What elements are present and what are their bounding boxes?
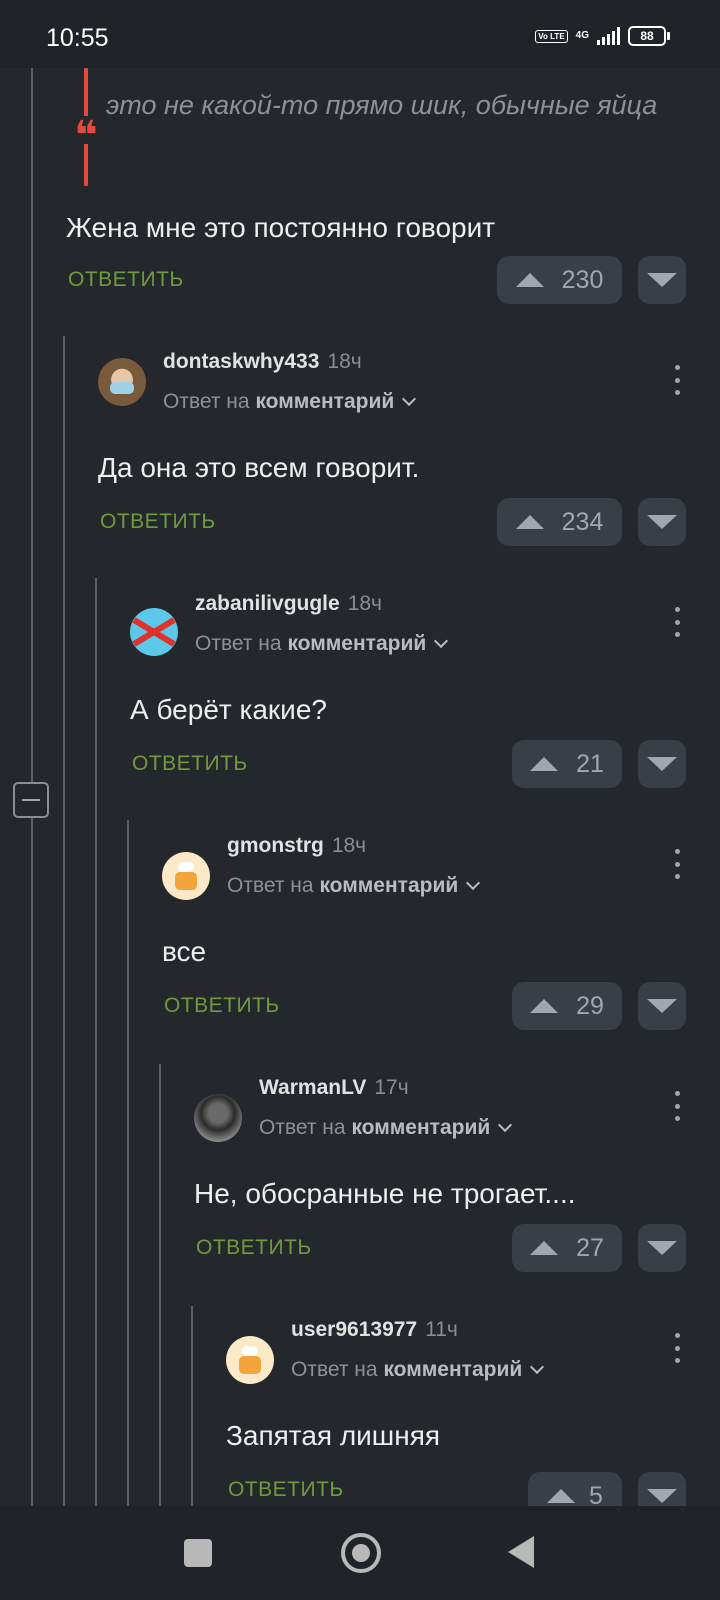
downvote-button[interactable] xyxy=(638,1472,686,1506)
upvote-button[interactable]: 27 xyxy=(512,1224,622,1272)
comment-time: 17ч xyxy=(374,1076,409,1099)
upvote-button[interactable]: 230 xyxy=(497,256,622,304)
avatar[interactable] xyxy=(162,852,210,900)
downvote-button[interactable] xyxy=(638,1224,686,1272)
username[interactable]: dontaskwhy433 18ч xyxy=(163,350,362,374)
arrow-down-icon xyxy=(647,515,677,529)
clock: 10:55 xyxy=(46,24,109,52)
more-options-icon[interactable] xyxy=(675,607,681,637)
vote-count: 21 xyxy=(576,749,604,778)
mask-icon xyxy=(110,382,134,394)
reply-to-link[interactable]: Ответ на комментарий xyxy=(227,874,481,898)
upvote-button[interactable]: 29 xyxy=(512,982,622,1030)
battery-level: 88 xyxy=(640,29,654,43)
upvote-button[interactable]: 21 xyxy=(512,740,622,788)
chevron-down-icon xyxy=(402,391,417,407)
quote-icon: ❝ xyxy=(72,116,100,156)
username[interactable]: user9613977 11ч xyxy=(291,1318,458,1342)
arrow-up-icon xyxy=(547,1489,576,1503)
more-options-icon[interactable] xyxy=(675,365,681,395)
collapse-thread-button[interactable] xyxy=(13,782,49,818)
volte-icon: Vo LTE xyxy=(535,29,568,43)
comment-time: 18ч xyxy=(327,350,362,373)
comment-text: Да она это всем говорит. xyxy=(98,452,420,483)
chef-icon xyxy=(239,1356,261,1374)
crossed-flag-icon xyxy=(132,617,176,647)
comment-text: все xyxy=(162,936,207,967)
reply-to-link[interactable]: Ответ на комментарий xyxy=(291,1358,545,1382)
system-icons: Vo LTE 4G 88 xyxy=(535,26,670,46)
chevron-down-icon xyxy=(498,1117,513,1133)
arrow-down-icon xyxy=(647,999,677,1013)
vote-count: 230 xyxy=(561,265,604,294)
downvote-button[interactable] xyxy=(638,982,686,1030)
thread-line xyxy=(95,578,97,1506)
thread-line xyxy=(127,820,129,1506)
arrow-up-icon xyxy=(530,999,559,1013)
navigation-bar xyxy=(0,1506,720,1600)
comment-thread[interactable]: ❝ это не какой-то прямо шик, обычные яйц… xyxy=(0,68,720,1506)
arrow-up-icon xyxy=(530,757,559,771)
comment-time: 11ч xyxy=(425,1318,458,1341)
arrow-up-icon xyxy=(530,1241,559,1255)
downvote-button[interactable] xyxy=(638,740,686,788)
username[interactable]: gmonstrg 18ч xyxy=(227,834,366,858)
comment-time: 18ч xyxy=(347,592,383,615)
more-options-icon[interactable] xyxy=(675,849,681,879)
upvote-button[interactable]: 234 xyxy=(497,498,622,546)
signal-icon xyxy=(597,27,620,45)
quote-text: это не какой-то прямо шик, обычные яйца xyxy=(106,90,658,120)
arrow-down-icon xyxy=(647,273,677,287)
reply-to-link[interactable]: Ответ на комментарий xyxy=(195,632,449,656)
username[interactable]: WarmanLV 17ч xyxy=(259,1076,409,1100)
more-options-icon[interactable] xyxy=(675,1333,681,1363)
reply-to-link[interactable]: Ответ на комментарий xyxy=(259,1116,513,1140)
status-bar: 10:55 Vo LTE 4G 88 xyxy=(0,0,720,68)
reply-button[interactable]: ОТВЕТИТЬ xyxy=(196,1236,312,1260)
comment-text: Не, обосранные не трогает.... xyxy=(194,1178,576,1209)
avatar[interactable] xyxy=(226,1336,274,1384)
vote-count: 5 xyxy=(589,1481,603,1507)
vote-count: 234 xyxy=(561,507,604,536)
avatar[interactable] xyxy=(98,358,146,406)
comment-text: Запятая лишняя xyxy=(226,1420,441,1451)
chevron-down-icon xyxy=(466,875,481,891)
thread-line xyxy=(191,1306,193,1506)
comment-text: Жена мне это постоянно говорит xyxy=(66,212,496,243)
back-button[interactable] xyxy=(508,1536,534,1568)
reply-button[interactable]: ОТВЕТИТЬ xyxy=(164,994,280,1018)
network-type: 4G xyxy=(575,30,589,41)
reply-button[interactable]: ОТВЕТИТЬ xyxy=(68,268,184,292)
home-button[interactable] xyxy=(341,1533,381,1573)
arrow-down-icon xyxy=(647,1489,677,1503)
downvote-button[interactable] xyxy=(638,256,686,304)
avatar[interactable] xyxy=(130,608,178,656)
chef-icon xyxy=(175,872,197,890)
reply-button[interactable]: ОТВЕТИТЬ xyxy=(228,1478,344,1502)
downvote-button[interactable] xyxy=(638,498,686,546)
comment-text: А берёт какие? xyxy=(130,694,327,725)
thread-line xyxy=(63,336,65,1506)
vote-count: 29 xyxy=(576,991,604,1020)
arrow-up-icon xyxy=(515,273,544,287)
comment-time: 18ч xyxy=(331,834,367,857)
avatar[interactable] xyxy=(194,1094,242,1142)
recent-apps-button[interactable] xyxy=(184,1539,212,1567)
vote-count: 27 xyxy=(576,1233,604,1262)
more-options-icon[interactable] xyxy=(675,1091,681,1121)
thread-line xyxy=(159,1064,161,1506)
arrow-down-icon xyxy=(647,1241,677,1255)
arrow-down-icon xyxy=(647,757,677,771)
chevron-down-icon xyxy=(434,633,449,649)
username[interactable]: zabanilivgugle 18ч xyxy=(195,592,382,616)
reply-to-link[interactable]: Ответ на комментарий xyxy=(163,390,417,414)
reply-button[interactable]: ОТВЕТИТЬ xyxy=(132,752,248,776)
chevron-down-icon xyxy=(530,1359,545,1375)
upvote-button[interactable]: 5 xyxy=(528,1472,622,1506)
reply-button[interactable]: ОТВЕТИТЬ xyxy=(100,510,216,534)
arrow-up-icon xyxy=(515,515,544,529)
battery-icon: 88 xyxy=(628,26,670,46)
